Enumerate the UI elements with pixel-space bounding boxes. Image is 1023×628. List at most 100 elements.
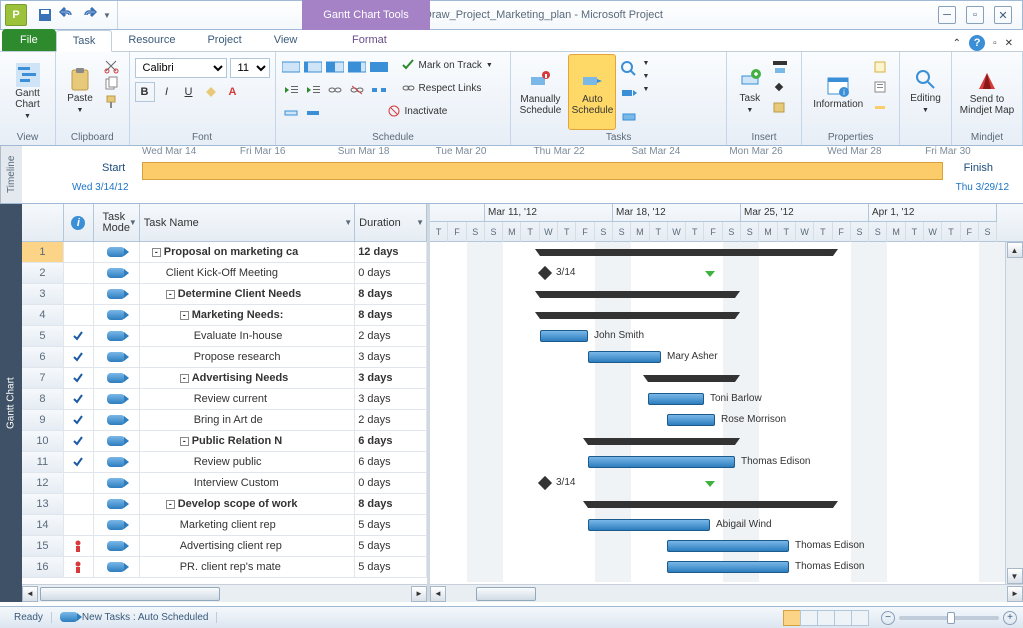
gantt-row[interactable]: [430, 431, 1023, 452]
undo-icon[interactable]: [59, 7, 75, 23]
cell-duration[interactable]: 3 days: [355, 368, 427, 388]
close-button[interactable]: ✕: [994, 6, 1012, 24]
view-report-icon[interactable]: [851, 610, 869, 626]
editing-button[interactable]: Editing▼: [905, 54, 946, 130]
cell-duration[interactable]: 6 days: [355, 452, 427, 472]
pct-75-button[interactable]: [347, 57, 367, 77]
col-indicators[interactable]: i: [64, 204, 94, 241]
task-bar[interactable]: [667, 561, 789, 573]
table-row[interactable]: 9 Bring in Art de2 days: [22, 410, 427, 431]
cell-name[interactable]: Propose research: [140, 347, 356, 367]
table-hscroll[interactable]: ◄►: [22, 584, 427, 602]
font-name-select[interactable]: Calibri: [135, 58, 227, 78]
manually-schedule-button[interactable]: Manually Schedule: [516, 54, 564, 130]
cell-name[interactable]: -Determine Client Needs: [140, 284, 355, 304]
day-header[interactable]: S: [613, 222, 631, 242]
cell-mode[interactable]: [94, 326, 140, 346]
day-header[interactable]: W: [924, 222, 942, 242]
task-bar[interactable]: [667, 414, 715, 426]
format-painter-icon[interactable]: [103, 94, 119, 110]
week-header[interactable]: Mar 18, '12: [613, 204, 741, 222]
fill-color-button[interactable]: [201, 82, 221, 102]
col-task-mode[interactable]: Task Mode▼: [94, 204, 140, 241]
gantt-vscroll[interactable]: ▲▼: [1005, 242, 1023, 584]
day-header[interactable]: T: [521, 222, 539, 242]
underline-button[interactable]: U: [179, 82, 199, 102]
view-usage-icon[interactable]: [800, 610, 818, 626]
cell-mode[interactable]: [94, 452, 140, 472]
gantt-row[interactable]: Rose Morrison: [430, 410, 1023, 431]
inspect-drop-icon[interactable]: ▼: [642, 60, 649, 67]
table-row[interactable]: 5 Evaluate In-house2 days: [22, 326, 427, 347]
milestone-marker[interactable]: [538, 476, 552, 490]
cell-name[interactable]: Client Kick-Off Meeting: [140, 263, 355, 283]
pct-25-button[interactable]: [303, 57, 323, 77]
task-mode-icon[interactable]: [620, 108, 638, 126]
pct-50-button[interactable]: [325, 57, 345, 77]
cell-mode[interactable]: [94, 410, 140, 430]
summary-bar[interactable]: [588, 501, 833, 508]
table-row[interactable]: 1-Proposal on marketing ca12 days: [22, 242, 427, 263]
deliverable-icon[interactable]: [772, 100, 788, 114]
task-bar[interactable]: [648, 393, 704, 405]
cell-duration[interactable]: 2 days: [355, 410, 427, 430]
day-header[interactable]: M: [759, 222, 777, 242]
table-row[interactable]: 6Propose research3 days: [22, 347, 427, 368]
timeline-label[interactable]: Timeline: [0, 146, 22, 203]
table-row[interactable]: 3-Determine Client Needs8 days: [22, 284, 427, 305]
table-row[interactable]: 10-Public Relation N6 days: [22, 431, 427, 452]
tab-format[interactable]: Format: [336, 29, 403, 51]
day-header[interactable]: M: [887, 222, 905, 242]
day-header[interactable]: S: [741, 222, 759, 242]
day-header[interactable]: F: [576, 222, 594, 242]
gantt-row[interactable]: Thomas Edison: [430, 536, 1023, 557]
summary-bar[interactable]: [540, 291, 735, 298]
cell-name[interactable]: -Advertising Needs: [140, 368, 355, 388]
split-button[interactable]: [369, 80, 389, 100]
help-icon[interactable]: ?: [969, 35, 985, 51]
cell-duration[interactable]: 2 days: [355, 326, 427, 346]
inactivate-button[interactable]: Inactivate: [387, 103, 448, 119]
cell-duration[interactable]: 0 days: [355, 473, 427, 493]
cell-duration[interactable]: 5 days: [355, 557, 427, 577]
day-header[interactable]: T: [686, 222, 704, 242]
day-header[interactable]: T: [814, 222, 832, 242]
cell-name[interactable]: Marketing client rep: [140, 515, 355, 535]
day-header[interactable]: M: [631, 222, 649, 242]
redo-icon[interactable]: [81, 7, 97, 23]
col-task-name[interactable]: Task Name▼: [140, 204, 355, 241]
row-header[interactable]: 16: [22, 557, 64, 577]
table-row[interactable]: 14Marketing client rep5 days: [22, 515, 427, 536]
mark-on-track-button[interactable]: Mark on Track▼: [401, 57, 493, 73]
day-header[interactable]: S: [851, 222, 869, 242]
paste-button[interactable]: Paste▼: [61, 54, 99, 130]
row-header[interactable]: 5: [22, 326, 64, 346]
week-header[interactable]: Mar 11, '12: [485, 204, 613, 222]
gantt-row[interactable]: [430, 284, 1023, 305]
cell-mode[interactable]: [94, 284, 140, 304]
tab-task[interactable]: Task: [56, 30, 113, 52]
table-row[interactable]: 7-Advertising Needs3 days: [22, 368, 427, 389]
zoom-out-button[interactable]: −: [881, 611, 895, 625]
row-header[interactable]: 1: [22, 242, 64, 262]
gantt-row[interactable]: Abigail Wind: [430, 515, 1023, 536]
move-button[interactable]: [281, 103, 301, 123]
summary-bar[interactable]: [648, 375, 735, 382]
gantt-row[interactable]: Thomas Edison: [430, 452, 1023, 473]
cell-name[interactable]: Review public: [140, 452, 356, 472]
move-drop-icon[interactable]: ▼: [642, 73, 649, 80]
day-header[interactable]: S: [869, 222, 887, 242]
row-header[interactable]: 8: [22, 389, 64, 409]
cell-name[interactable]: Evaluate In-house: [140, 326, 356, 346]
minimize-ribbon-icon[interactable]: ⌃: [953, 38, 961, 49]
select-all-header[interactable]: [22, 204, 64, 241]
cell-duration[interactable]: 12 days: [355, 242, 427, 262]
table-row[interactable]: 16PR. client rep's mate5 days: [22, 557, 427, 578]
gantt-pane[interactable]: Mar 11, '12Mar 18, '12Mar 25, '12Apr 1, …: [430, 204, 1023, 602]
cell-name[interactable]: Bring in Art de: [140, 410, 356, 430]
gantt-row[interactable]: Thomas Edison: [430, 557, 1023, 578]
timeline-pane[interactable]: Wed Mar 14Fri Mar 16Sun Mar 18Tue Mar 20…: [22, 146, 1023, 203]
row-header[interactable]: 9: [22, 410, 64, 430]
unlink-button[interactable]: [347, 80, 367, 100]
gantt-row[interactable]: 3/14: [430, 263, 1023, 284]
